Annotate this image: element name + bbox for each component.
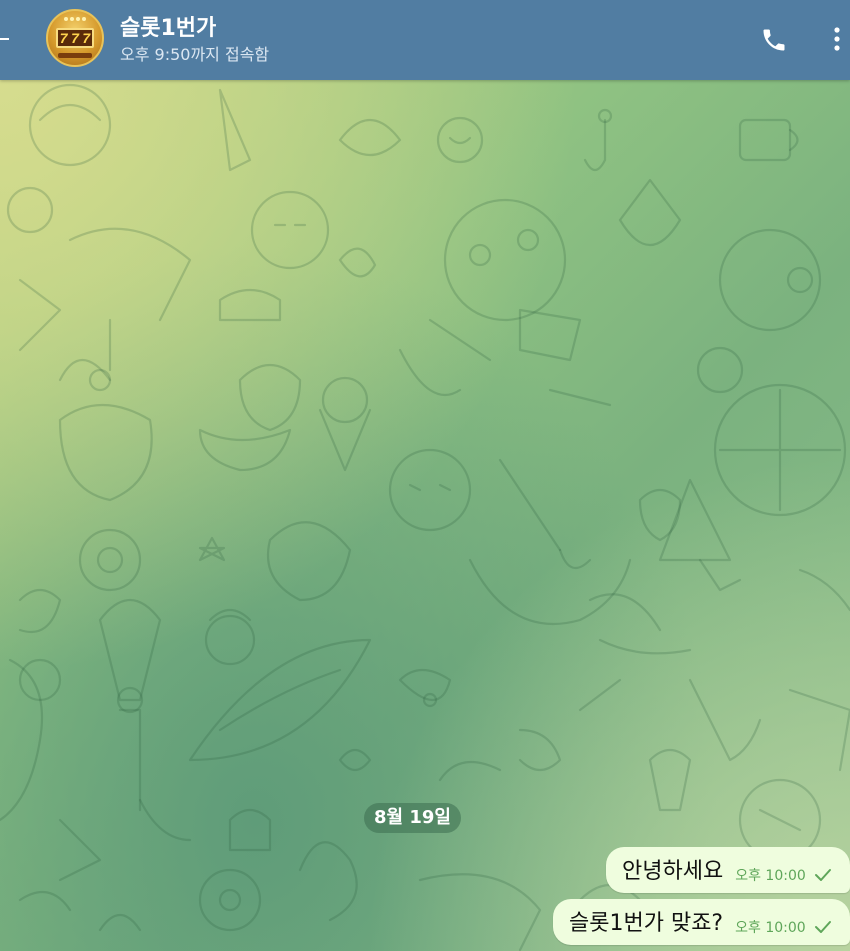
message-meta: 오후 10:00 xyxy=(735,917,832,937)
more-vertical-icon[interactable] xyxy=(826,24,848,54)
check-icon xyxy=(814,921,831,933)
message-time: 오후 10:00 xyxy=(735,920,806,936)
chat-background: 8월 19일 안녕하세요 오후 10:00 슬롯1번가 맞죠? 오후 10:00 xyxy=(0,80,850,951)
back-arrow-icon[interactable] xyxy=(0,38,9,40)
chat-avatar[interactable]: 7 7 7 xyxy=(46,9,104,67)
last-seen-status: 오후 9:50까지 접속함 xyxy=(120,45,270,64)
avatar-base xyxy=(58,53,92,58)
phone-icon[interactable] xyxy=(760,26,788,54)
message-text: 안녕하세요 xyxy=(622,859,724,884)
date-separator: 8월 19일 xyxy=(364,803,461,833)
message-text: 슬롯1번가 맞죠? xyxy=(569,911,724,936)
message-bubble-outgoing[interactable]: 슬롯1번가 맞죠? 오후 10:00 xyxy=(553,899,850,945)
check-icon xyxy=(814,869,831,881)
slot-machine-777-icon: 7 7 7 xyxy=(56,28,94,48)
chat-header: 7 7 7 슬롯1번가 오후 9:50까지 접속함 xyxy=(0,0,850,80)
reel-digit: 7 xyxy=(59,30,68,46)
message-time: 오후 10:00 xyxy=(735,868,806,884)
chat-title[interactable]: 슬롯1번가 xyxy=(120,10,216,42)
reel-digit: 7 xyxy=(82,30,91,46)
message-meta: 오후 10:00 xyxy=(735,865,832,885)
reel-digit: 7 xyxy=(71,30,79,46)
message-bubble-outgoing[interactable]: 안녕하세요 오후 10:00 xyxy=(606,847,850,893)
avatar-lights xyxy=(64,17,86,22)
